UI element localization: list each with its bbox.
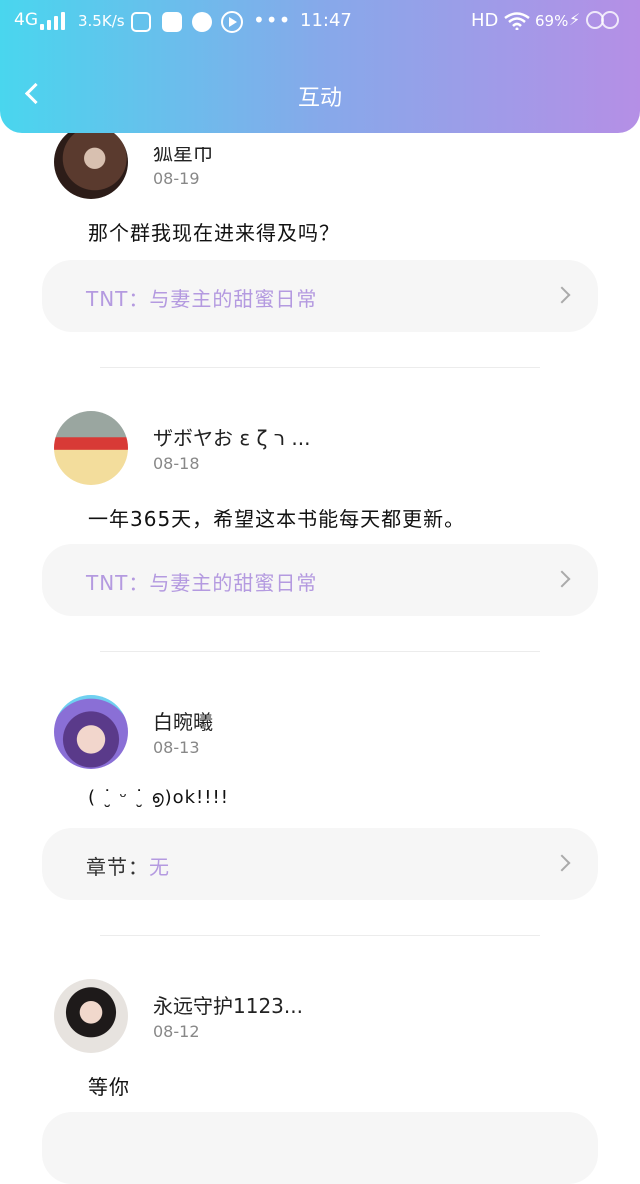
book-link[interactable] (42, 1112, 598, 1184)
post-date: 08-19 (153, 169, 200, 188)
chevron-right-icon (553, 286, 571, 304)
divider (100, 651, 540, 652)
divider (100, 367, 540, 368)
user-name[interactable]: 白晼曦 (153, 706, 213, 735)
page-title: 互动 (297, 86, 342, 111)
avatar[interactable] (54, 411, 128, 485)
wifi-icon (504, 12, 530, 30)
book-label: TNT：与妻主的甜蜜日常 (86, 287, 318, 311)
more-notifications-icon: ••• (253, 8, 292, 32)
moon-icon-2 (601, 11, 619, 29)
avatar[interactable] (54, 695, 128, 769)
app-notification-icon (162, 12, 182, 32)
divider (100, 935, 540, 936)
charging-icon: ⚡ (569, 10, 581, 29)
book-link[interactable]: TNT：与妻主的甜蜜日常 (42, 260, 598, 332)
post-date: 08-18 (153, 454, 200, 473)
storage-icon (131, 12, 151, 32)
user-name[interactable]: ザボヤお ε ζ ר ... (153, 422, 311, 451)
app-header: 4G 3.5K/s ••• 11:47 HD 69% ⚡ 互动 (0, 0, 640, 133)
play-icon (221, 11, 243, 33)
battery-label: 69% (535, 12, 569, 30)
book-label: TNT：与妻主的甜蜜日常 (86, 571, 318, 595)
status-bar: 4G 3.5K/s ••• 11:47 HD 69% ⚡ (0, 0, 640, 44)
comment-text: 一年365天，希望这本书能每天都更新。 (88, 507, 466, 531)
user-name[interactable]: 狐星巾 (153, 147, 213, 166)
network-label: 4G (14, 10, 38, 30)
chevron-right-icon (553, 570, 571, 588)
signal-icon (40, 12, 65, 30)
clock: 11:47 (300, 10, 352, 31)
comment-text: 那个群我现在进来得及吗？ (88, 221, 340, 245)
hd-label: HD (471, 10, 499, 31)
comment-text: ( ˙̮ ᵕ ˙̮ ൭)ok!!!! (88, 787, 229, 808)
avatar[interactable] (54, 125, 128, 199)
chevron-right-icon (553, 854, 571, 872)
book-link[interactable]: 章节：无 (42, 828, 598, 900)
book-label: 章节：无 (86, 855, 170, 879)
network-speed: 3.5K/s (78, 12, 125, 30)
ball-icon (192, 12, 212, 32)
post-date: 08-13 (153, 738, 200, 757)
book-link[interactable]: TNT：与妻主的甜蜜日常 (42, 544, 598, 616)
post-date: 08-12 (153, 1022, 200, 1041)
user-name[interactable]: 永远守护1123... (153, 990, 303, 1019)
comment-text: 等你 (88, 1075, 130, 1099)
avatar[interactable] (54, 979, 128, 1053)
